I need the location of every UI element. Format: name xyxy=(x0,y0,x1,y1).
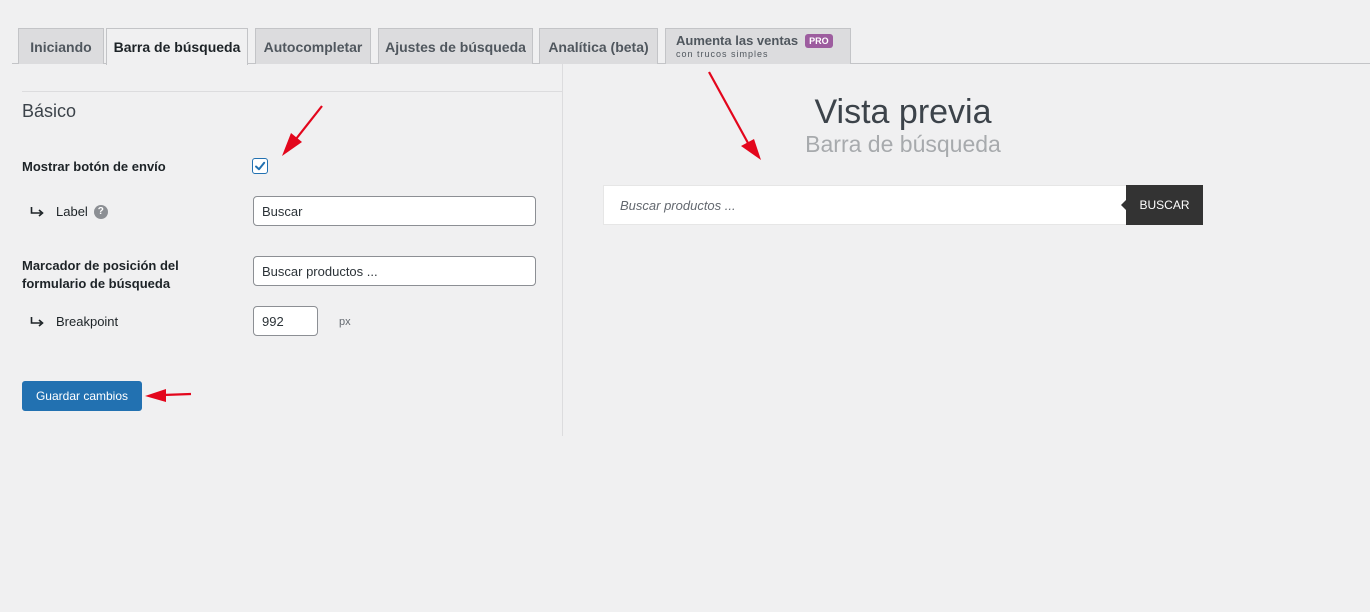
tab-ventas-main: Aumenta las ventas PRO xyxy=(676,32,833,48)
breakpoint-row: Breakpoint xyxy=(30,314,118,329)
placeholder-label-line2: formulario de búsqueda xyxy=(22,276,171,291)
placeholder-label: Marcador de posición del formulario de b… xyxy=(22,257,179,293)
settings-tabs: Iniciando Barra de búsqueda Autocompleta… xyxy=(12,0,1370,65)
section-divider xyxy=(22,91,562,92)
placeholder-input[interactable] xyxy=(253,256,536,286)
tab-barra-label: Barra de búsqueda xyxy=(113,39,241,55)
red-arrow-icon xyxy=(282,105,323,156)
preview-search-bar: BUSCAR xyxy=(603,185,1203,225)
section-title: Básico xyxy=(22,101,77,121)
label-input[interactable] xyxy=(253,196,536,226)
preview-subtitle: Barra de búsqueda xyxy=(805,131,1001,157)
show-submit-label: Mostrar botón de envío xyxy=(22,159,166,174)
tab-analitica-label: Analítica (beta) xyxy=(548,38,649,55)
label-row: Label ? xyxy=(30,204,108,219)
tab-autocompletar[interactable]: Autocompletar xyxy=(255,28,371,64)
tab-autocompletar-label: Autocompletar xyxy=(263,38,363,55)
preview-title: Vista previa xyxy=(814,93,992,131)
tab-iniciando[interactable]: Iniciando xyxy=(18,28,104,64)
label-field-label: Label xyxy=(56,204,88,219)
checkmark-icon xyxy=(255,161,266,171)
tab-ajustes-label: Ajustes de búsqueda xyxy=(385,38,526,55)
tab-analitica[interactable]: Analítica (beta) xyxy=(539,28,658,64)
red-arrow-icon xyxy=(145,389,192,402)
help-icon[interactable]: ? xyxy=(93,204,108,219)
tab-aumenta-las-ventas[interactable]: Aumenta las ventas PRO con trucos simple… xyxy=(665,28,851,64)
tab-barra-de-busqueda[interactable]: Barra de búsqueda xyxy=(106,28,248,65)
breakpoint-input[interactable] xyxy=(253,306,318,336)
breakpoint-unit: px xyxy=(339,316,351,328)
tab-ventas-label: Aumenta las ventas xyxy=(676,32,799,48)
pro-badge: PRO xyxy=(805,33,833,48)
placeholder-label-line1: Marcador de posición del xyxy=(22,258,179,273)
preview-search-input[interactable] xyxy=(603,185,1126,225)
tab-ventas-sublabel: con trucos simples xyxy=(676,48,769,59)
subitem-arrow-icon xyxy=(30,316,44,327)
save-changes-button[interactable]: Guardar cambios xyxy=(22,381,142,411)
breakpoint-label: Breakpoint xyxy=(56,314,119,329)
preview-search-button[interactable]: BUSCAR xyxy=(1121,185,1203,225)
subitem-arrow-icon xyxy=(30,206,44,217)
show-submit-checkbox[interactable] xyxy=(252,158,268,174)
tab-iniciando-label: Iniciando xyxy=(30,38,92,55)
tab-ajustes-de-busqueda[interactable]: Ajustes de búsqueda xyxy=(378,28,533,64)
